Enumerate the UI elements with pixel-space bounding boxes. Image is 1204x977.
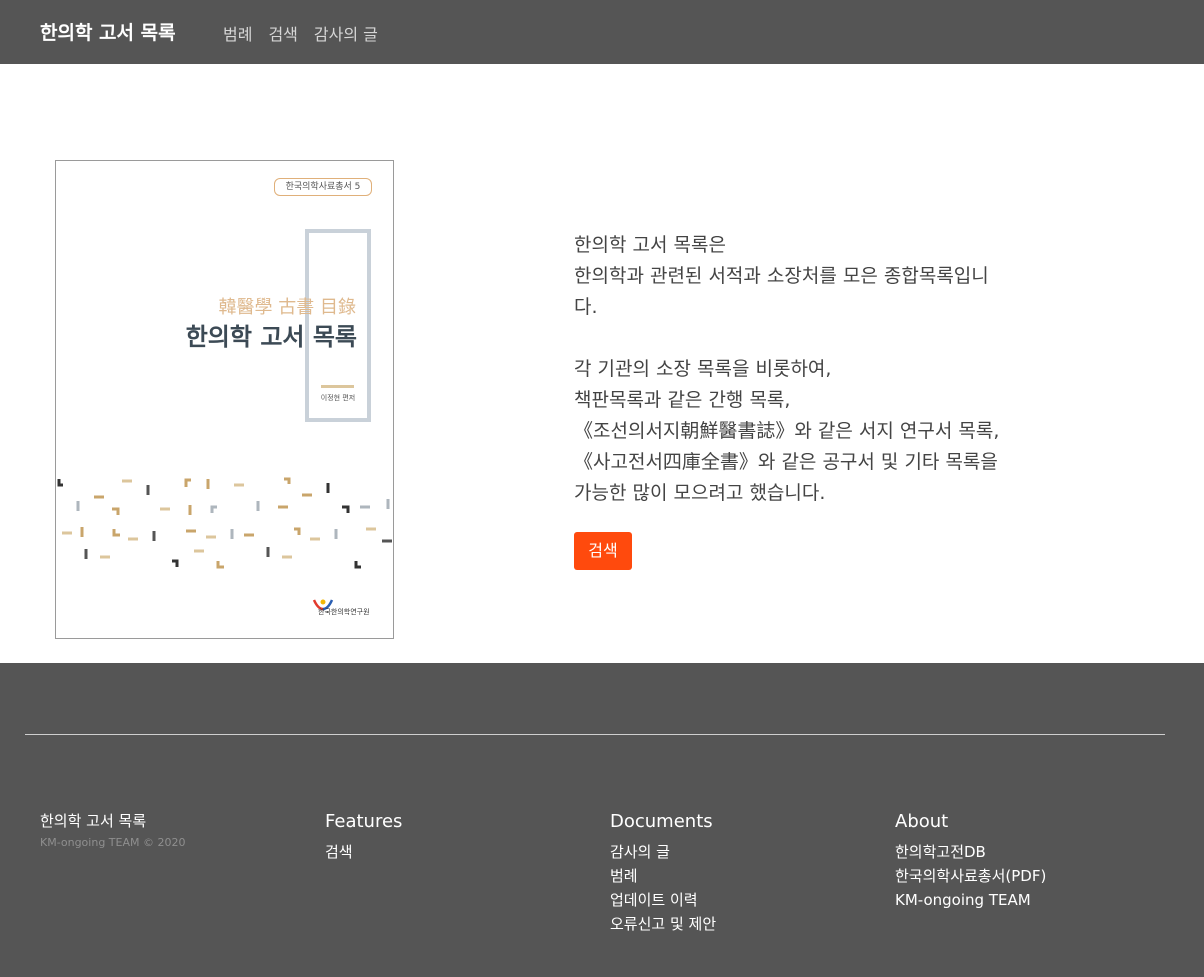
- footer-link-error-report[interactable]: 오류신고 및 제안: [610, 912, 716, 936]
- hero-description: 한의학 고서 목록은 한의학과 관련된 서적과 소장처를 모은 종합목록입니 다…: [574, 230, 1074, 509]
- hero-section: 한국의학사료총서 5 韓醫學 古書 目錄 한의학 고서 목록 이정현 편저 한국…: [0, 64, 1204, 663]
- cover-author: 이정현 편저: [320, 394, 356, 402]
- nav-link-acknowledgements[interactable]: 감사의 글: [314, 21, 378, 45]
- nav-link-search[interactable]: 검색: [268, 21, 297, 45]
- footer-column-about: About 한의학고전DB 한국의학사료총서(PDF) KM-ongoing T…: [895, 811, 1046, 912]
- cover-publisher: 한국한의학연구원: [318, 608, 370, 616]
- hero-line: 《조선의서지朝鮮醫書誌》와 같은 서지 연구서 목록,: [574, 420, 1000, 442]
- hero-line: 가능한 많이 모으려고 했습니다.: [574, 482, 826, 504]
- footer-link-update-history[interactable]: 업데이트 이력: [610, 888, 716, 912]
- cover-hanja-title: 韓醫學 古書 目錄: [218, 297, 356, 318]
- cover-dash-pattern: [57, 477, 392, 569]
- hero-line: 한의학 고서 목록은: [574, 234, 726, 256]
- footer-link-history-series-pdf[interactable]: 한국의학사료총서(PDF): [895, 864, 1046, 888]
- book-cover-image: 한국의학사료총서 5 韓醫學 古書 目錄 한의학 고서 목록 이정현 편저 한국…: [55, 160, 394, 639]
- footer-column-documents: Documents 감사의 글 범례 업데이트 이력 오류신고 및 제안: [610, 811, 716, 936]
- hero-line: 책판목록과 같은 간행 목록,: [574, 389, 791, 411]
- footer-link-acknowledgements[interactable]: 감사의 글: [610, 840, 716, 864]
- site-brand[interactable]: 한의학 고서 목록: [40, 18, 176, 45]
- footer-link-search[interactable]: 검색: [325, 840, 402, 864]
- footer-link-classics-db[interactable]: 한의학고전DB: [895, 840, 1046, 864]
- nav-link-legend[interactable]: 범례: [223, 21, 252, 45]
- footer-divider: [25, 734, 1165, 735]
- top-navbar: 한의학 고서 목록 범례 검색 감사의 글: [0, 0, 1204, 64]
- footer-link-legend[interactable]: 범례: [610, 864, 716, 888]
- footer-heading: Documents: [610, 811, 713, 832]
- footer-heading: Features: [325, 811, 403, 832]
- search-button[interactable]: 검색: [574, 532, 632, 570]
- hero-line: 《사고전서四庫全書》와 같은 공구서 및 기타 목록을: [574, 451, 998, 473]
- hero-line: 다.: [574, 296, 598, 318]
- site-footer: 한의학 고서 목록 KM-ongoing TEAM © 2020 Feature…: [0, 663, 1204, 977]
- hero-line: 한의학과 관련된 서적과 소장처를 모은 종합목록입니: [574, 265, 989, 287]
- footer-heading: About: [895, 811, 949, 832]
- footer-link-team[interactable]: KM-ongoing TEAM: [895, 888, 1046, 912]
- nav-links: 범례 검색 감사의 글: [223, 21, 378, 45]
- cover-title: 한의학 고서 목록: [185, 323, 357, 351]
- footer-brand: 한의학 고서 목록: [40, 812, 147, 830]
- cover-gold-bar: [321, 385, 354, 388]
- hero-line: 각 기관의 소장 목록을 비롯하여,: [574, 358, 832, 380]
- cover-series-badge: 한국의학사료총서 5: [274, 178, 372, 196]
- footer-copyright: KM-ongoing TEAM © 2020: [40, 836, 186, 849]
- footer-column-features: Features 검색: [325, 811, 402, 864]
